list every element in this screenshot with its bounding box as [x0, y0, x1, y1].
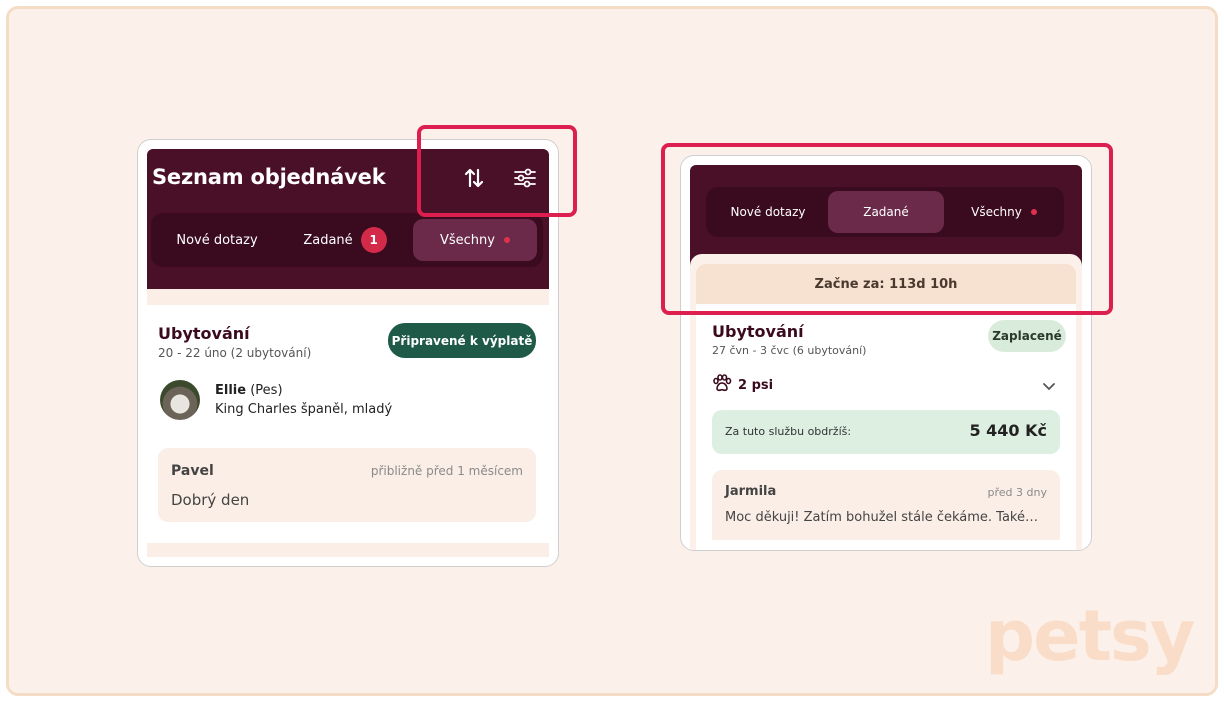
highlight-frame	[417, 125, 577, 217]
canvas: Seznam objednávek Nové dotazy Zadané 1 V…	[6, 6, 1218, 696]
message-text: Moc děkuji! Zatím bohužel stále čekáme. …	[725, 510, 1038, 525]
tab-assigned[interactable]: Zadané 1	[283, 219, 407, 261]
status-badge: Zaplacené	[988, 320, 1066, 352]
count-badge: 1	[360, 227, 387, 253]
message-author: Pavel	[171, 463, 214, 479]
pet-name-line: Ellie (Pes)	[215, 383, 283, 398]
booking-dates: 20 - 22 úno (2 ubytování)	[158, 346, 312, 360]
tab-label: Nové dotazy	[176, 232, 258, 248]
petsy-logo: petsy	[985, 595, 1195, 677]
earnings-box: Za tuto službu obdržíš: 5 440 Kč	[712, 410, 1060, 454]
booking-content: Ubytování 27 čvn - 3 čvc (6 ubytování) Z…	[696, 304, 1076, 550]
booking-dates: 27 čvn - 3 čvc (6 ubytování)	[712, 344, 867, 357]
tab-label: Zadané	[303, 232, 353, 248]
pet-description: King Charles španěl, mladý	[215, 402, 393, 417]
message-author: Jarmila	[725, 484, 777, 499]
booking-title: Ubytování	[158, 324, 250, 343]
highlight-frame	[661, 143, 1113, 315]
pets-count: 2 psi	[738, 377, 774, 393]
earnings-value: 5 440 Kč	[969, 421, 1047, 440]
status-badge: Připravené k výplatě	[388, 323, 536, 358]
tab-label: Všechny	[440, 232, 495, 248]
tab-new-inquiries[interactable]: Nové dotazy	[157, 219, 277, 261]
page-title: Seznam objednávek	[152, 165, 386, 189]
earnings-label: Za tuto službu obdržíš:	[725, 425, 852, 438]
notification-dot	[503, 237, 510, 243]
divider	[147, 289, 549, 305]
pet-type: (Pes)	[250, 383, 283, 398]
message-text: Dobrý den	[171, 491, 250, 509]
pets-summary[interactable]: 2 psi	[712, 374, 773, 396]
message-time: přibližně před 1 měsícem	[370, 464, 523, 478]
pet-name: Ellie	[215, 383, 247, 398]
paw-icon	[712, 374, 732, 396]
message-time: před 3 dny	[987, 486, 1047, 499]
pet-avatar	[160, 380, 200, 420]
chevron-down-icon[interactable]	[1042, 376, 1056, 395]
divider	[147, 543, 549, 557]
message-preview[interactable]: Jarmila před 3 dny Moc děkuji! Zatím boh…	[712, 470, 1060, 540]
tab-all[interactable]: Všechny	[413, 219, 537, 261]
tab-bar: Nové dotazy Zadané 1 Všechny	[151, 213, 543, 267]
message-preview[interactable]: Pavel přibližně před 1 měsícem Dobrý den	[158, 448, 536, 522]
booking-title: Ubytování	[712, 322, 804, 341]
